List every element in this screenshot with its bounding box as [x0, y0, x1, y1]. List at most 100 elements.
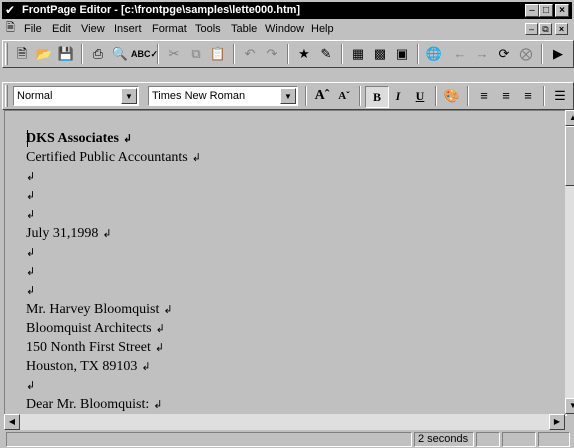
refresh-icon[interactable]: ⟳ [493, 44, 515, 64]
doc-restore-button[interactable]: ⧉ [539, 23, 552, 35]
new-icon[interactable]: 🗎 [11, 44, 33, 64]
more-icon[interactable]: ▶ [547, 44, 569, 64]
document-line[interactable]: Certified Public Accountants ↲ [26, 149, 201, 166]
undo-icon[interactable]: ↶ [239, 44, 261, 64]
empty-paragraph[interactable]: ↲ [26, 244, 35, 261]
open-icon[interactable]: 📂 [33, 44, 55, 64]
stop-icon[interactable]: ⨂ [515, 44, 537, 64]
document-line[interactable]: Mr. Harvey Bloomquist ↲ [26, 301, 173, 318]
document-icon[interactable]: 🗎 [6, 22, 18, 35]
back-icon[interactable]: ← [449, 44, 471, 64]
paste-icon[interactable]: 📋 [207, 44, 229, 64]
paragraph-mark-icon: ↲ [141, 360, 151, 373]
paragraph-mark-icon: ↲ [26, 284, 36, 297]
empty-paragraph[interactable]: ↲ [26, 263, 35, 280]
image-icon[interactable]: ▣ [391, 44, 413, 64]
forward-icon[interactable]: → [471, 44, 493, 64]
empty-paragraph[interactable]: ↲ [26, 168, 35, 185]
menu-edit-label: Edit [52, 23, 71, 35]
paragraph-mark-icon: ↲ [191, 151, 201, 164]
print-icon[interactable]: ⎙ [87, 44, 109, 64]
close-button[interactable]: × [555, 4, 569, 17]
menu-bar: 🗎 File Edit View Insert Format Tools Tab… [2, 20, 572, 38]
minimize-button[interactable]: – [525, 4, 539, 17]
status-bar: 2 seconds [2, 430, 572, 448]
menu-view[interactable]: View [81, 23, 105, 35]
toolbar-grip[interactable] [5, 85, 8, 107]
paragraph-mark-icon: ↲ [26, 265, 36, 278]
cut-icon[interactable]: ✂ [163, 44, 185, 64]
form-field-icon[interactable]: ✎ [315, 44, 337, 64]
document-line[interactable]: July 31,1998 ↲ [26, 225, 112, 242]
toolbar-separator [287, 44, 289, 64]
doc-close-button[interactable]: × [555, 23, 568, 35]
menu-tools[interactable]: Tools [195, 23, 221, 35]
empty-paragraph[interactable]: ↲ [26, 282, 35, 299]
align-right-icon[interactable]: ≡ [517, 86, 539, 106]
menu-help-label: Help [311, 23, 334, 35]
document-editor[interactable]: DKS Associates ↲ Certified Public Accounta… [4, 110, 567, 416]
empty-paragraph[interactable]: ↲ [26, 377, 35, 394]
menu-help[interactable]: Help [311, 23, 334, 35]
scroll-down-button[interactable]: ▼ [565, 398, 574, 414]
empty-paragraph[interactable]: ↲ [26, 187, 35, 204]
chevron-down-icon[interactable]: ▼ [280, 88, 296, 104]
align-center-icon[interactable]: ≡ [495, 86, 517, 106]
document-line[interactable]: 150 Nonth First Street ↲ [26, 339, 164, 356]
frontpage-icon[interactable]: ✔ [5, 3, 19, 17]
line-text: July 31,1998 [26, 226, 99, 241]
horizontal-scrollbar[interactable]: ◀ ▶ [4, 414, 565, 430]
hyperlink-icon[interactable]: 🌐 [423, 44, 445, 64]
menu-format-label: Format [152, 23, 187, 35]
menu-insert-label: Insert [114, 23, 142, 35]
scroll-right-button[interactable]: ▶ [549, 414, 565, 430]
copy-icon[interactable]: ⧉ [185, 44, 207, 64]
style-dropdown[interactable]: Normal ▼ [13, 86, 139, 106]
scroll-left-button[interactable]: ◀ [4, 414, 20, 430]
document-line[interactable]: Houston, TX 89103 ↲ [26, 358, 151, 375]
toolbar-grip[interactable] [5, 43, 8, 65]
toolbar-separator [341, 44, 343, 64]
doc-minimize-button[interactable]: – [525, 23, 538, 35]
status-panel [538, 432, 570, 447]
webbot-icon[interactable]: ★ [293, 44, 315, 64]
toolbar-separator [305, 86, 307, 106]
menu-edit[interactable]: Edit [52, 23, 71, 35]
italic-button[interactable]: I [387, 86, 409, 106]
decrease-text-size-button[interactable]: Aˇ [333, 86, 355, 106]
spelling-icon[interactable]: ABC✓ [131, 44, 158, 64]
menu-format[interactable]: Format [152, 23, 187, 35]
increase-text-size-button[interactable]: Aˆ [311, 86, 333, 106]
font-dropdown[interactable]: Times New Roman ▼ [148, 86, 298, 106]
print-preview-icon[interactable]: 🔍 [109, 44, 131, 64]
text-color-icon[interactable]: 🎨 [441, 86, 463, 106]
table-icon[interactable]: ▦ [347, 44, 369, 64]
align-left-icon[interactable]: ≡ [473, 86, 495, 106]
toolbar-separator [81, 44, 83, 64]
save-icon[interactable]: 💾 [55, 44, 77, 64]
bold-button[interactable]: B [365, 86, 389, 108]
menu-window[interactable]: Window [265, 23, 304, 35]
document-line[interactable]: DKS Associates ↲ [26, 130, 132, 147]
line-text: DKS Associates [26, 131, 119, 146]
title-bar[interactable]: ✔ FrontPage Editor - [c:\frontpge\sample… [2, 2, 572, 19]
document-line[interactable]: Dear Mr. Bloomquist: ↲ [26, 396, 163, 413]
numbered-list-icon[interactable]: ☰ [549, 86, 571, 106]
vertical-scrollbar[interactable]: ▲ ▼ [565, 110, 574, 414]
vertical-scroll-thumb[interactable] [565, 126, 574, 186]
scroll-up-button[interactable]: ▲ [565, 110, 574, 126]
menu-insert[interactable]: Insert [114, 23, 142, 35]
chevron-down-icon[interactable]: ▼ [121, 88, 137, 104]
underline-button[interactable]: U [409, 86, 431, 106]
paragraph-mark-icon: ↲ [153, 398, 163, 411]
document-line[interactable]: Bloomquist Architects ↲ [26, 320, 165, 337]
insert-table-icon[interactable]: ▩ [369, 44, 391, 64]
empty-paragraph[interactable]: ↲ [26, 206, 35, 223]
maximize-button[interactable]: □ [539, 4, 553, 17]
menu-file[interactable]: File [24, 23, 42, 35]
paragraph-mark-icon: ↲ [122, 132, 133, 145]
menu-table[interactable]: Table [231, 23, 257, 35]
redo-icon[interactable]: ↷ [261, 44, 283, 64]
paragraph-mark-icon: ↲ [26, 246, 36, 259]
paragraph-mark-icon: ↲ [163, 303, 173, 316]
